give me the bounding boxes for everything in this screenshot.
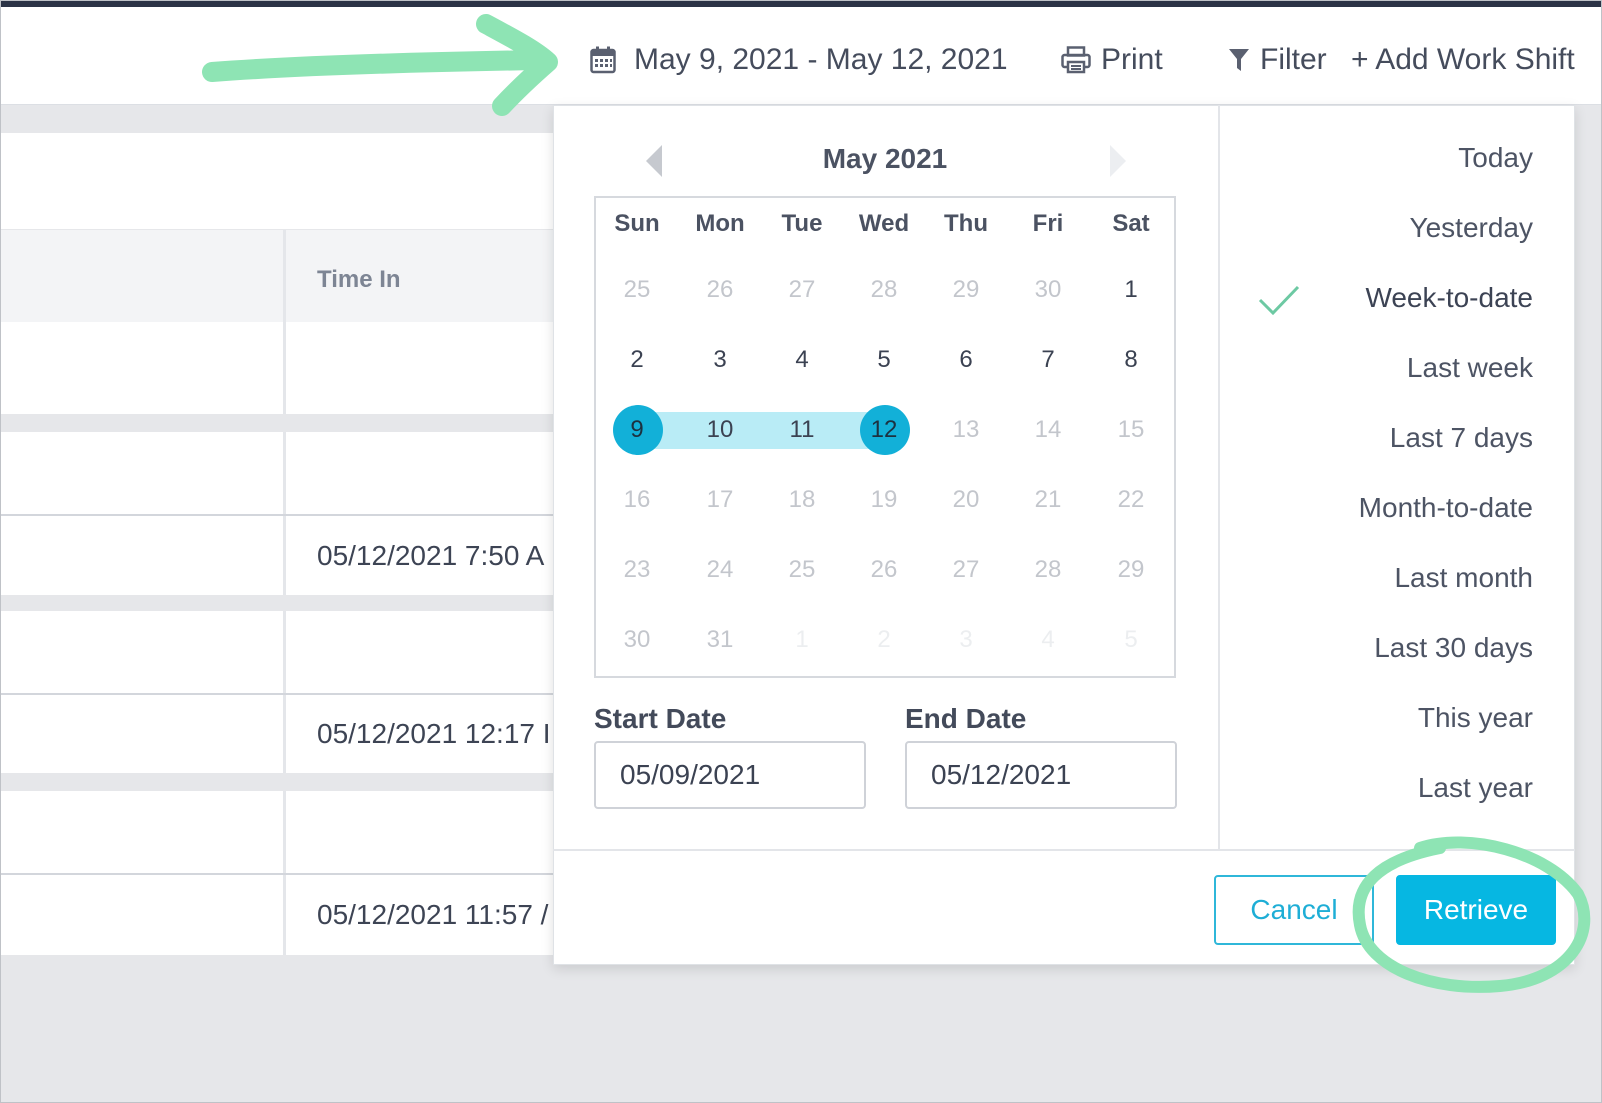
time-in-cell: 05/12/2021 12:17 I <box>317 718 551 749</box>
print-label: Print <box>1101 43 1163 76</box>
calendar-day[interactable]: 7 <box>1007 335 1089 385</box>
print-button[interactable]: Print <box>1061 40 1163 80</box>
date-range-label: May 9, 2021 - May 12, 2021 <box>634 43 1008 76</box>
weekday-header: Sun <box>614 210 660 237</box>
calendar-day[interactable]: 29 <box>1090 545 1172 595</box>
calendar-day[interactable]: 20 <box>925 475 1007 525</box>
calendar-day[interactable]: 18 <box>761 475 843 525</box>
preset-option[interactable]: Week-to-date <box>1365 282 1533 314</box>
calendar-month-title: May 2021 <box>822 143 948 174</box>
calendar-day[interactable]: 27 <box>925 545 1007 595</box>
calendar-day[interactable]: 2 <box>843 615 925 665</box>
calendar-day[interactable]: 25 <box>596 265 678 315</box>
calendar-day[interactable]: 5 <box>843 335 925 385</box>
calendar-day[interactable]: 26 <box>843 545 925 595</box>
time-in-column-header[interactable]: Time In <box>317 266 401 294</box>
retrieve-button[interactable]: Retrieve <box>1396 875 1556 945</box>
calendar-icon <box>590 46 616 74</box>
calendar-day[interactable]: 29 <box>925 265 1007 315</box>
calendar-day[interactable]: 5 <box>1090 615 1172 665</box>
toolbar: May 9, 2021 - May 12, 2021 Print Filter … <box>0 7 1602 105</box>
weekday-header: Fri <box>1032 210 1064 237</box>
calendar-day[interactable]: 3 <box>925 615 1007 665</box>
start-date-input[interactable] <box>594 741 866 809</box>
calendar-day[interactable]: 1 <box>1090 265 1172 315</box>
end-date-input[interactable] <box>905 741 1177 809</box>
weekday-header: Mon <box>695 210 745 237</box>
preset-option[interactable]: Yesterday <box>1410 212 1534 244</box>
next-month-arrow-icon[interactable] <box>1110 145 1126 177</box>
calendar-day[interactable]: 8 <box>1090 335 1172 385</box>
end-date-label: End Date <box>905 703 1027 734</box>
weekday-header: Sat <box>1112 210 1150 237</box>
weekday-header: Tue <box>781 210 823 237</box>
add-work-shift-label: + Add Work Shift <box>1351 43 1575 76</box>
checkmark-icon <box>1258 284 1300 321</box>
preset-option[interactable]: Month-to-date <box>1359 492 1533 524</box>
preset-option[interactable]: Last week <box>1407 352 1533 384</box>
table-header-row: Time In <box>0 230 560 322</box>
table-row <box>0 791 560 873</box>
calendar-day[interactable]: 14 <box>1007 405 1089 455</box>
add-work-shift-button[interactable]: + Add Work Shift <box>1351 40 1575 80</box>
panel-divider <box>1218 105 1220 850</box>
calendar-day[interactable]: 12 <box>843 405 925 455</box>
calendar-day[interactable]: 11 <box>761 405 843 455</box>
filter-icon <box>1228 47 1250 73</box>
preset-option[interactable]: This year <box>1418 702 1533 734</box>
calendar-day[interactable]: 31 <box>679 615 761 665</box>
time-in-cell: 05/12/2021 7:50 A <box>317 540 545 571</box>
weekday-header: Thu <box>944 210 988 237</box>
preset-option[interactable]: Last 30 days <box>1374 632 1533 664</box>
calendar-day[interactable]: 30 <box>596 615 678 665</box>
calendar-day[interactable]: 22 <box>1090 475 1172 525</box>
table-row[interactable]: 05/12/2021 11:57 / <box>0 875 560 955</box>
calendar-day[interactable]: 6 <box>925 335 1007 385</box>
calendar-day[interactable]: 19 <box>843 475 925 525</box>
filter-button[interactable]: Filter <box>1228 40 1327 80</box>
calendar-day[interactable]: 21 <box>1007 475 1089 525</box>
calendar-day[interactable]: 3 <box>679 335 761 385</box>
filter-label: Filter <box>1260 43 1327 76</box>
calendar-day[interactable]: 28 <box>843 265 925 315</box>
preset-option[interactable]: Last month <box>1394 562 1533 594</box>
calendar-day[interactable]: 27 <box>761 265 843 315</box>
calendar-day[interactable]: 26 <box>679 265 761 315</box>
calendar-day[interactable]: 4 <box>761 335 843 385</box>
table-row <box>0 432 560 514</box>
calendar-day[interactable]: 24 <box>679 545 761 595</box>
table-row[interactable]: 05/12/2021 7:50 A <box>0 516 560 595</box>
calendar-day[interactable]: 2 <box>596 335 678 385</box>
calendar-day[interactable]: 4 <box>1007 615 1089 665</box>
calendar-day[interactable]: 16 <box>596 475 678 525</box>
calendar-day[interactable]: 17 <box>679 475 761 525</box>
timesheet-table: Time In 05/12/2021 7:50 A 05/12/2021 12:… <box>0 105 560 1103</box>
preset-option[interactable]: Today <box>1458 142 1533 174</box>
weekday-header: Wed <box>858 210 910 237</box>
calendar-day[interactable]: 30 <box>1007 265 1089 315</box>
preset-option[interactable]: Last 7 days <box>1390 422 1533 454</box>
printer-icon <box>1061 46 1091 74</box>
calendar-day[interactable]: 13 <box>925 405 1007 455</box>
calendar-day[interactable]: 28 <box>1007 545 1089 595</box>
calendar-day[interactable]: 1 <box>761 615 843 665</box>
table-row[interactable]: 05/12/2021 12:17 I <box>0 695 560 773</box>
time-in-cell: 05/12/2021 11:57 / <box>317 899 549 930</box>
preset-option[interactable]: Last year <box>1418 772 1533 804</box>
cancel-button[interactable]: Cancel <box>1214 875 1374 945</box>
top-accent-bar <box>0 0 1602 7</box>
previous-month-arrow-icon[interactable] <box>646 145 662 177</box>
calendar-day[interactable]: 23 <box>596 545 678 595</box>
table-row <box>0 322 560 414</box>
calendar-day[interactable]: 25 <box>761 545 843 595</box>
footer-divider <box>553 849 1575 851</box>
table-toolbar-row <box>0 133 560 229</box>
calendar-day[interactable]: 10 <box>679 405 761 455</box>
start-date-label: Start Date <box>594 703 727 734</box>
calendar-day[interactable]: 9 <box>596 405 678 455</box>
table-row <box>0 611 560 693</box>
date-range-picker-button[interactable]: May 9, 2021 - May 12, 2021 <box>590 40 1008 80</box>
calendar-day[interactable]: 15 <box>1090 405 1172 455</box>
